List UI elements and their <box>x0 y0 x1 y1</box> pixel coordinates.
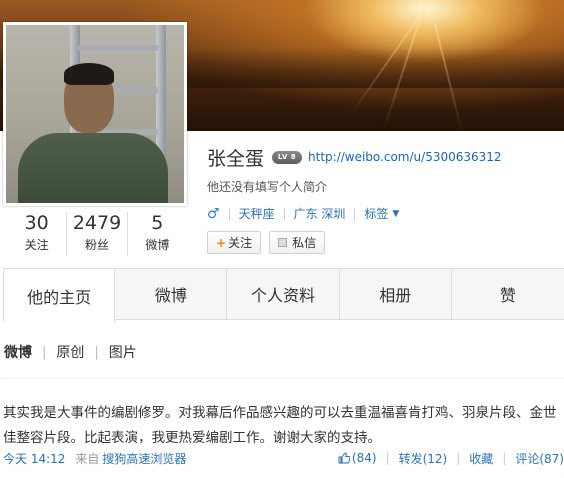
stat-posts[interactable]: 5 微博 <box>128 212 187 256</box>
feed-divider <box>3 378 564 379</box>
like-count: (84) <box>351 451 377 465</box>
message-icon <box>278 238 288 247</box>
profile-bio: 他还没有填写个人简介 <box>207 180 328 194</box>
stat-label: 微博 <box>145 238 170 252</box>
divider: | <box>94 344 99 360</box>
divider: | <box>42 344 47 360</box>
divider <box>228 207 230 220</box>
chevron-down-icon: ▼ <box>392 208 400 219</box>
like-button[interactable]: (84) <box>338 451 377 465</box>
avatar[interactable] <box>3 22 187 206</box>
plus-icon: + <box>216 235 227 250</box>
filter-original[interactable]: 原创 <box>56 342 84 362</box>
divider: | <box>502 451 507 465</box>
stat-following[interactable]: 30 关注 <box>7 212 68 256</box>
post-source[interactable]: 搜狗高速浏览器 <box>102 450 186 467</box>
tab-home[interactable]: 他的主页 <box>3 269 116 322</box>
avatar-photo <box>6 25 184 203</box>
tab-album[interactable]: 相册 <box>339 269 452 319</box>
divider <box>354 207 356 220</box>
message-label: 私信 <box>292 236 317 250</box>
post-from-label: 来自 <box>75 451 100 466</box>
tab-profile[interactable]: 个人资料 <box>227 269 340 319</box>
favorite-button[interactable]: 收藏 <box>469 450 493 467</box>
tab-likes[interactable]: 赞 <box>451 269 564 319</box>
stat-number: 30 <box>24 212 49 234</box>
post-time[interactable]: 今天 14:12 <box>3 450 65 467</box>
message-button[interactable]: 私信 <box>269 231 326 254</box>
stat-number: 5 <box>151 212 164 234</box>
tags-dropdown[interactable]: 标签 <box>364 205 388 222</box>
male-icon: ♂ <box>207 205 220 222</box>
stat-label: 粉丝 <box>84 238 109 252</box>
level-badge[interactable]: LV 8 <box>272 150 303 164</box>
feed-filter: 微博 | 原创 | 图片 <box>4 342 137 362</box>
comment-button[interactable]: 评论(87) <box>515 450 564 467</box>
tab-weibo[interactable]: 微博 <box>115 269 228 319</box>
zodiac-link[interactable]: 天秤座 <box>239 205 275 222</box>
divider: | <box>385 451 390 465</box>
profile-tabs: 他的主页 微博 个人资料 相册 赞 <box>3 268 564 322</box>
post-footer: 今天 14:12 来自 搜狗高速浏览器 (84) | 转发(12) | 收藏 |… <box>3 449 564 467</box>
stat-number: 2479 <box>72 212 122 234</box>
filter-images[interactable]: 图片 <box>109 342 137 362</box>
location-link[interactable]: 广东 深圳 <box>294 205 346 222</box>
thumbs-up-icon <box>338 452 350 464</box>
profile-info: 张全蛋 LV 8 http://weibo.com/u/5300636312 他… <box>207 144 502 254</box>
repost-button[interactable]: 转发(12) <box>399 450 448 467</box>
stat-label: 关注 <box>24 238 49 252</box>
filter-all[interactable]: 微博 <box>4 342 32 362</box>
profile-meta: ♂ 天秤座 广东 深圳 标签 ▼ <box>207 205 502 222</box>
profile-stats: 30 关注 2479 粉丝 5 微博 <box>7 212 187 256</box>
divider <box>283 207 285 220</box>
follow-button[interactable]: + 关注 <box>207 231 262 254</box>
profile-name: 张全蛋 <box>207 147 265 170</box>
level-text: LV 8 <box>277 153 297 161</box>
post-text: 其实我是大事件的编剧修罗。对我幕后作品感兴趣的可以去重温福喜肯打鸡、羽泉片段、金… <box>3 405 557 446</box>
follow-label: 关注 <box>228 236 253 250</box>
stat-followers[interactable]: 2479 粉丝 <box>67 212 128 256</box>
profile-url[interactable]: http://weibo.com/u/5300636312 <box>308 150 502 164</box>
divider: | <box>456 451 461 465</box>
